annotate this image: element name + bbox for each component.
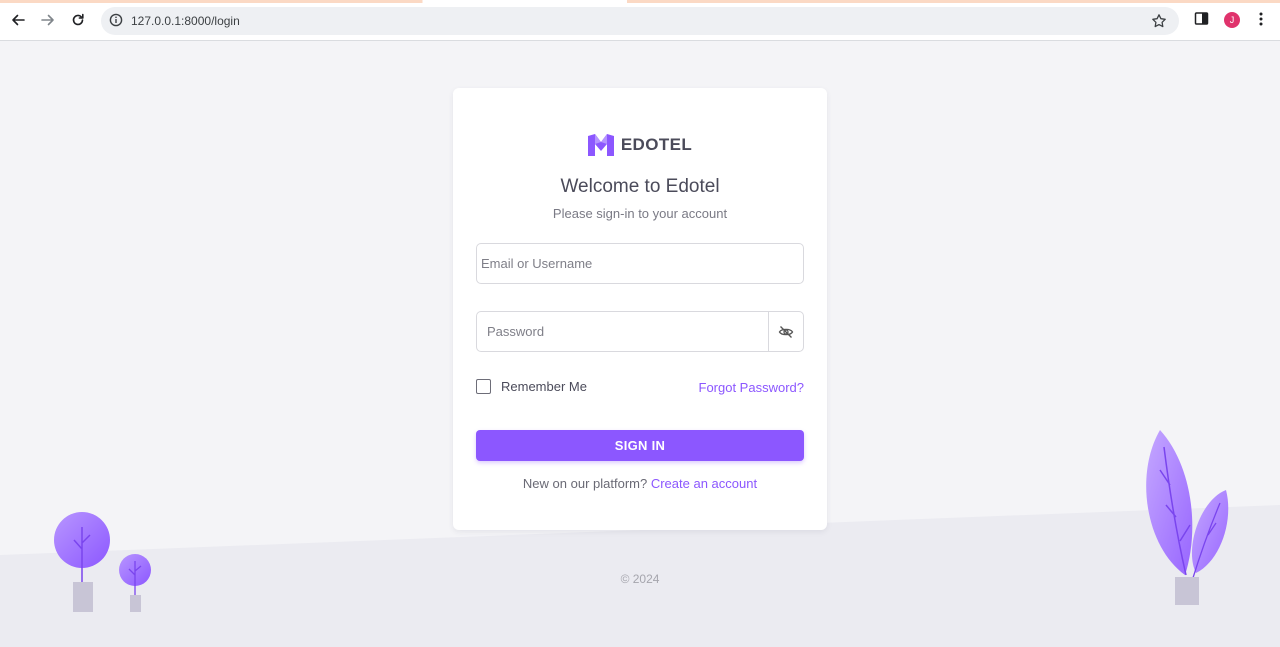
- forward-arrow-icon[interactable]: [38, 10, 58, 30]
- password-input[interactable]: [477, 312, 770, 351]
- login-page: EDOTEL Welcome to Edotel Please sign-in …: [0, 41, 1280, 647]
- signup-prompt-text: New on our platform?: [522, 476, 648, 491]
- brand-mark-icon: [587, 134, 614, 156]
- kebab-menu-icon[interactable]: [1256, 11, 1266, 32]
- sign-in-button[interactable]: SIGN IN: [476, 430, 804, 461]
- address-bar[interactable]: 127.0.0.1:8000/login: [101, 7, 1179, 35]
- password-visibility-toggle[interactable]: [768, 312, 803, 351]
- profile-avatar[interactable]: J: [1224, 12, 1240, 28]
- side-panel-icon[interactable]: [1194, 11, 1209, 31]
- remember-me-checkbox[interactable]: [476, 379, 491, 394]
- forgot-password-link[interactable]: Forgot Password?: [699, 380, 805, 395]
- login-card: EDOTEL Welcome to Edotel Please sign-in …: [453, 88, 827, 530]
- site-info-icon[interactable]: [109, 13, 123, 32]
- email-input[interactable]: [477, 244, 803, 283]
- back-arrow-icon[interactable]: [8, 10, 28, 30]
- password-field-wrapper: [476, 311, 804, 352]
- url-text: 127.0.0.1:8000/login: [131, 14, 240, 28]
- create-account-link[interactable]: Create an account: [651, 476, 757, 491]
- copyright-text: © 2024: [620, 572, 660, 586]
- reload-icon[interactable]: [68, 10, 88, 30]
- remember-me: Remember Me: [476, 379, 587, 394]
- email-field-wrapper: [476, 243, 804, 284]
- page-subtitle: Please sign-in to your account: [552, 206, 728, 221]
- brand-name: EDOTEL: [620, 135, 693, 154]
- tree-illustration-left: [54, 512, 151, 612]
- remember-me-label[interactable]: Remember Me: [501, 379, 587, 394]
- page-load-progress: [0, 0, 1280, 3]
- page-title: Welcome to Edotel: [560, 176, 720, 197]
- brand-logo: EDOTEL: [453, 134, 827, 156]
- bookmark-star-icon[interactable]: [1151, 13, 1167, 34]
- browser-toolbar: 127.0.0.1:8000/login J: [0, 0, 1280, 41]
- signup-prompt: New on our platform? Create an account: [453, 476, 827, 491]
- eye-off-icon: [778, 325, 794, 338]
